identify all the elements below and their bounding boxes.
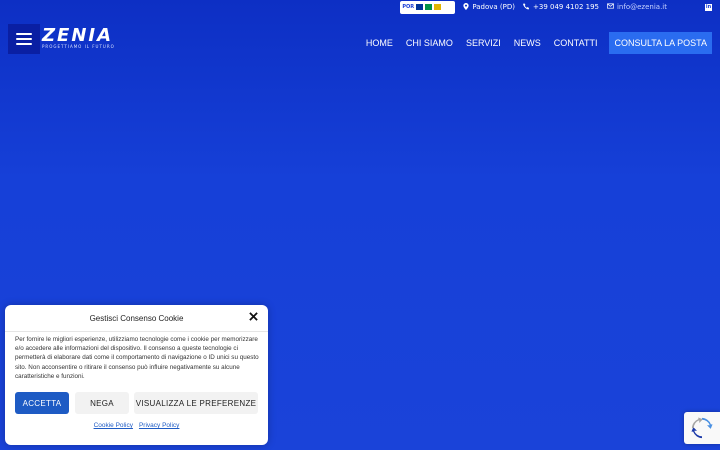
nav-item-chi-siamo[interactable]: CHI SIAMO xyxy=(406,38,453,48)
phone-icon xyxy=(523,2,530,12)
hamburger-line xyxy=(16,33,32,35)
nav-item-news[interactable]: NEWS xyxy=(514,38,541,48)
site-logo[interactable]: ZENIA PROGETTIAMO IL FUTURO xyxy=(42,25,115,50)
recaptcha-badge[interactable] xyxy=(684,412,720,444)
phone-text: +39 049 4102 195 xyxy=(533,3,599,11)
recaptcha-icon xyxy=(691,417,713,439)
email-link[interactable]: info@ezenia.it xyxy=(607,3,667,11)
por-fesr-logo[interactable]: POR xyxy=(400,0,456,14)
hamburger-line xyxy=(16,43,32,45)
hamburger-menu-button[interactable] xyxy=(8,24,40,54)
region-emblem-icon xyxy=(434,4,442,10)
phone-link[interactable]: +39 049 4102 195 xyxy=(523,2,599,12)
cookie-consent-dialog: Gestisci Consenso Cookie Per fornire le … xyxy=(5,305,268,445)
logo-tagline: PROGETTIAMO IL FUTURO xyxy=(42,44,115,49)
policy-links: Cookie Policy Privacy Policy xyxy=(5,422,268,429)
map-marker-icon xyxy=(463,2,469,12)
location-info: Padova (PD) xyxy=(463,2,515,12)
accept-button[interactable]: ACCETTA xyxy=(15,392,69,414)
linkedin-icon[interactable]: in xyxy=(705,3,712,11)
hamburger-line xyxy=(16,38,32,40)
main-navigation: HOME CHI SIAMO SERVIZI NEWS CONTATTI CON… xyxy=(366,32,712,54)
close-icon[interactable] xyxy=(249,312,258,324)
location-text: Padova (PD) xyxy=(472,3,515,11)
top-bar: POR Padova (PD) +39 049 4102 195 info@ez… xyxy=(0,0,720,14)
cookie-policy-link[interactable]: Cookie Policy xyxy=(94,422,133,429)
view-preferences-button[interactable]: VISUALIZZA LE PREFERENZE xyxy=(134,392,258,414)
por-logo-text: POR xyxy=(402,4,415,10)
nav-item-home[interactable]: HOME xyxy=(366,38,393,48)
logo-name: ZENIA xyxy=(42,25,114,46)
cookie-dialog-text: Per fornire le migliori esperienze, util… xyxy=(15,336,259,380)
envelope-icon xyxy=(607,3,614,11)
italy-flag-icon xyxy=(425,4,433,10)
consulta-posta-button[interactable]: CONSULTA LA POSTA xyxy=(609,32,712,54)
deny-button[interactable]: NEGA xyxy=(75,392,129,414)
site-header: ZENIA PROGETTIAMO IL FUTURO HOME CHI SIA… xyxy=(0,22,720,56)
privacy-policy-link[interactable]: Privacy Policy xyxy=(139,422,179,429)
email-text: info@ezenia.it xyxy=(616,3,667,11)
nav-item-contatti[interactable]: CONTATTI xyxy=(554,38,598,48)
eu-flag-icon xyxy=(416,4,424,10)
nav-item-servizi[interactable]: SERVIZI xyxy=(466,38,501,48)
dialog-divider xyxy=(5,331,268,332)
cookie-dialog-title: Gestisci Consenso Cookie xyxy=(89,314,184,323)
